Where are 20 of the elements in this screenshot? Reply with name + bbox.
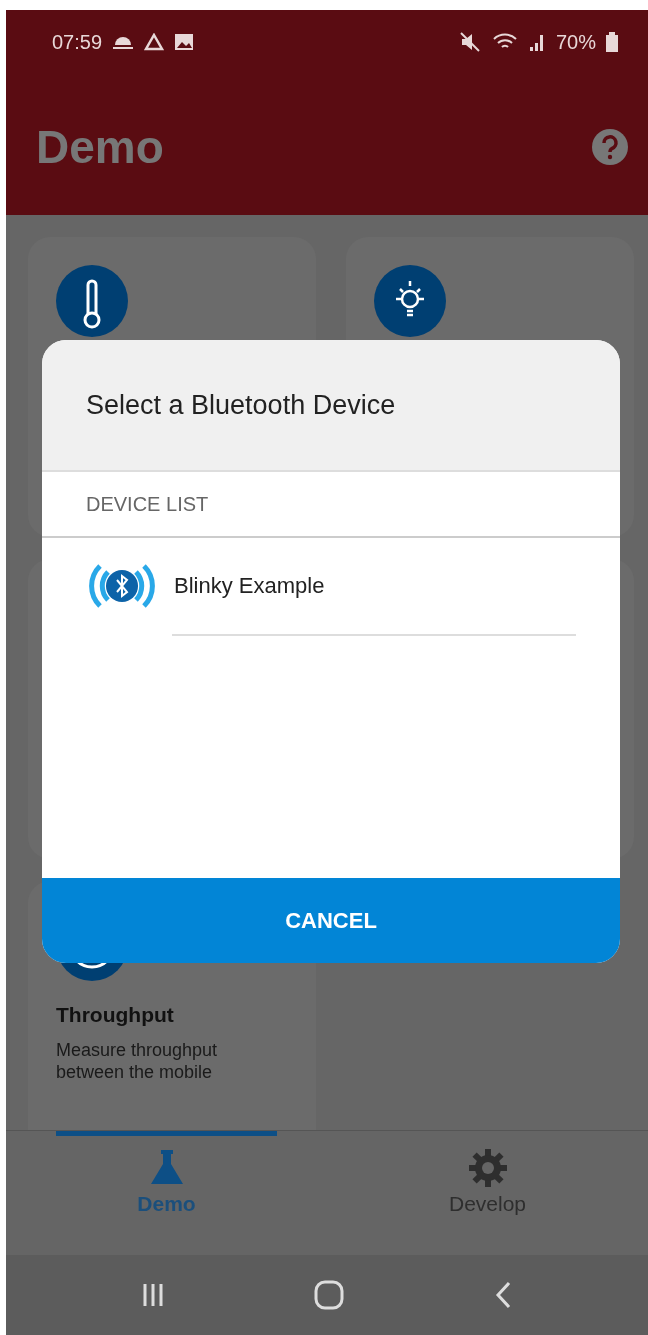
dialog-title: Select a Bluetooth Device	[86, 389, 396, 421]
image-icon	[174, 33, 195, 51]
mute-icon	[459, 32, 482, 52]
battery-percent: 70%	[555, 30, 596, 54]
card-description: Measure throughput between the mobile	[56, 1039, 219, 1083]
nav-tab[interactable]: Develop	[377, 1131, 598, 1255]
help-icon[interactable]	[592, 129, 628, 165]
gear-icon	[467, 1148, 508, 1188]
card-title: Throughput	[56, 1003, 175, 1027]
bulb-icon	[374, 265, 446, 337]
thermometer-icon	[56, 265, 128, 337]
signal-icon	[527, 33, 546, 51]
status-time: 07:59	[52, 30, 103, 54]
app-title: Demo	[36, 120, 165, 174]
home-icon[interactable]	[314, 1280, 344, 1310]
cancel-button[interactable]: CANCEL	[42, 878, 620, 963]
device-name[interactable]: Blinky Example	[174, 573, 325, 599]
triangle-icon	[144, 33, 165, 51]
battery-icon	[606, 32, 618, 52]
section-label: DEVICE LIST	[86, 492, 209, 516]
